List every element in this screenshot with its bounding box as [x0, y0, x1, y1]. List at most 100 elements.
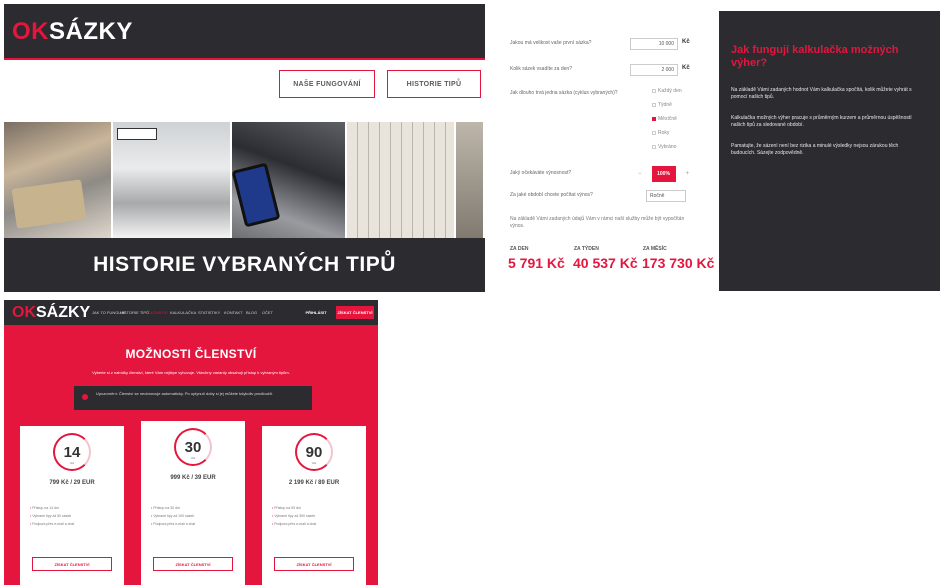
- cycle-option-label: Roky: [658, 130, 670, 136]
- photo-team-office: [113, 122, 231, 238]
- nav-item-contact[interactable]: Kontakt: [224, 310, 243, 315]
- cycle-option-5[interactable]: Vybráno: [652, 144, 676, 150]
- result-label-week: ZA TÝDEN: [574, 246, 599, 252]
- plan-days: 30: [184, 438, 202, 456]
- membership-page-panel: OKSÁZKY Jak to funguje Historie tipů Čle…: [4, 300, 378, 585]
- question-daily-bets: Kolik sázek vsadíte za den?: [510, 66, 572, 72]
- plan-price: 999 Kč / 39 EUR: [170, 475, 216, 481]
- plan-card-14: 14 dní 799 Kč / 29 EUR Přístup na 14 dní…: [20, 426, 124, 585]
- plan-cta-button[interactable]: ZÍSKAT ČLENSTVÍ: [32, 557, 112, 571]
- result-label-day: ZA DEN: [510, 246, 529, 252]
- membership-notice: Upozornění: Členství se neobnovuje autom…: [74, 386, 312, 410]
- tips-history-button[interactable]: HISTORIE TIPŮ: [387, 70, 481, 98]
- info-paragraph-3: Pamatujte, že sázení není bez rizika a m…: [731, 143, 899, 156]
- membership-subtitle: Vyberte si z nabídky členství, které Vám…: [92, 370, 290, 375]
- info-icon: [82, 394, 88, 400]
- logo-ok-text: OK: [12, 304, 36, 321]
- question-yield: Jaký očekáváte výnosnost?: [510, 170, 572, 176]
- result-label-month: ZA MĚSÍC: [643, 246, 667, 252]
- radio-mark-selected: [652, 117, 656, 121]
- site-header: OKSÁZKY: [4, 4, 485, 60]
- nav-item-calculator[interactable]: Kalkulačka: [170, 310, 196, 315]
- result-value-month: 173 730 Kč: [642, 255, 715, 271]
- plan-feature: Přístup na 90 dní: [272, 506, 356, 511]
- question-first-bet: Jakou má velikost vaše první sázka?: [510, 40, 592, 46]
- nav-item-account[interactable]: Účet: [262, 310, 273, 315]
- nav-item-membership[interactable]: Členství: [148, 310, 168, 315]
- question-cycle: Jak dlouho trvá jedna sázka (cyklus vybr…: [510, 90, 618, 96]
- logo-brand-text: SÁZKY: [36, 304, 91, 321]
- cycle-option-1[interactable]: Každý den: [652, 88, 682, 94]
- daily-bets-input[interactable]: 2 000: [630, 64, 678, 76]
- plan-feature: Přístup na 30 dní: [151, 506, 235, 511]
- plus-icon[interactable]: +: [686, 171, 690, 177]
- result-value-week: 40 537 Kč: [573, 255, 638, 271]
- photo-phone-counter: [232, 122, 346, 238]
- cycle-option-3[interactable]: Měsíčně: [652, 116, 677, 122]
- period-select[interactable]: Ročně: [646, 190, 686, 202]
- history-page-panel: OKSÁZKY NAŠE FUNGOVÁNÍ HISTORIE TIPŮ HIS…: [4, 4, 485, 292]
- info-title: Jak fungují kalkulačka možných výher?: [731, 44, 899, 69]
- cycle-option-label: Měsíčně: [658, 116, 677, 122]
- site-logo[interactable]: OKSÁZKY: [12, 18, 133, 46]
- wall-sign-shape: [117, 128, 158, 140]
- info-paragraph-1: Na základě Vámi zadaných hodnot Vám kalk…: [731, 87, 912, 100]
- winnings-calculator: Jakou má velikost vaše první sázka? 10 0…: [500, 30, 715, 280]
- photo-money-cash: [4, 122, 112, 238]
- nav-item-history[interactable]: Historie tipů: [120, 310, 149, 315]
- history-title: HISTORIE VYBRANÝCH TIPŮ: [93, 253, 396, 276]
- cycle-option-label: Týdně: [658, 102, 672, 108]
- yield-stepper[interactable]: − 100% +: [638, 166, 689, 182]
- plan-days: 14: [63, 443, 81, 461]
- plan-feature: Vybrané tipy až 50 sázek: [30, 514, 114, 519]
- radio-mark: [652, 89, 656, 93]
- nav-item-stats[interactable]: Statistiky: [198, 310, 220, 315]
- result-value-day: 5 791 Kč: [508, 255, 565, 271]
- plan-days-unit: dní: [311, 461, 317, 465]
- logo-ok-text: OK: [12, 18, 49, 45]
- screenshot-collage: OKSÁZKY NAŠE FUNGOVÁNÍ HISTORIE TIPŮ HIS…: [0, 0, 943, 585]
- get-membership-nav-button[interactable]: ZÍSKAT ČLENSTVÍ: [336, 306, 374, 319]
- calculator-note: Na základě Vámi zadaných údajů Vám v rám…: [510, 216, 685, 229]
- minus-icon[interactable]: −: [638, 171, 642, 177]
- photo-ticket-board: [347, 122, 455, 238]
- plan-price: 2 199 Kč / 89 EUR: [288, 480, 340, 486]
- first-bet-input[interactable]: 10 000: [630, 38, 678, 50]
- question-period: Za jaké období chcete počítat výnos?: [510, 192, 593, 198]
- radio-mark: [652, 145, 656, 149]
- plan-feature: Vybrané tipy až 100 sázek: [151, 514, 235, 519]
- top-navigation: OKSÁZKY Jak to funguje Historie tipů Čle…: [4, 300, 378, 325]
- plan-days: 90: [305, 443, 323, 461]
- plan-cta-button[interactable]: ZÍSKAT ČLENSTVÍ: [274, 557, 354, 571]
- banknotes-shape: [11, 179, 87, 229]
- login-button[interactable]: PŘIHLÁSIT: [300, 306, 332, 319]
- plan-feature: Přístup na 14 dní: [30, 506, 114, 511]
- cycle-option-2[interactable]: Týdně: [652, 102, 672, 108]
- yield-value: 100%: [651, 166, 676, 182]
- info-paragraph-2: Kalkulačka možných výher pracuje s průmě…: [731, 115, 912, 128]
- cycle-option-4[interactable]: Roky: [652, 130, 669, 136]
- plan-feature: Podpora přes e-mail a chat: [272, 522, 356, 527]
- daily-bets-unit: Kč: [682, 65, 690, 71]
- radio-mark: [652, 131, 656, 135]
- plan-card-30: 30 dní 999 Kč / 39 EUR Přístup na 30 dní…: [141, 421, 245, 585]
- nav-item-blog[interactable]: Blog: [246, 310, 257, 315]
- photo-partial: [456, 122, 483, 238]
- cycle-option-label: Vybráno: [658, 144, 677, 150]
- plan-feature: Podpora přes e-mail a chat: [151, 522, 235, 527]
- photo-collage: [4, 122, 485, 238]
- plan-card-90: 90 dní 2 199 Kč / 89 EUR Přístup na 90 d…: [262, 426, 366, 585]
- plan-days-ring: 30 dní: [174, 428, 212, 466]
- plan-days-ring: 90 dní: [295, 433, 333, 471]
- radio-mark: [652, 103, 656, 107]
- plan-feature: Podpora přes e-mail a chat: [30, 522, 114, 527]
- how-it-works-button[interactable]: NAŠE FUNGOVÁNÍ: [279, 70, 375, 98]
- notice-text: Upozornění: Členství se neobnovuje autom…: [96, 391, 273, 396]
- cycle-option-label: Každý den: [658, 88, 682, 94]
- phone-shape: [232, 162, 281, 228]
- plan-days-ring: 14 dní: [53, 433, 91, 471]
- site-logo[interactable]: OKSÁZKY: [12, 304, 90, 322]
- first-bet-unit: Kč: [682, 39, 690, 45]
- plan-cta-button[interactable]: ZÍSKAT ČLENSTVÍ: [153, 557, 233, 571]
- plan-feature: Vybrané tipy až 300 sázek: [272, 514, 356, 519]
